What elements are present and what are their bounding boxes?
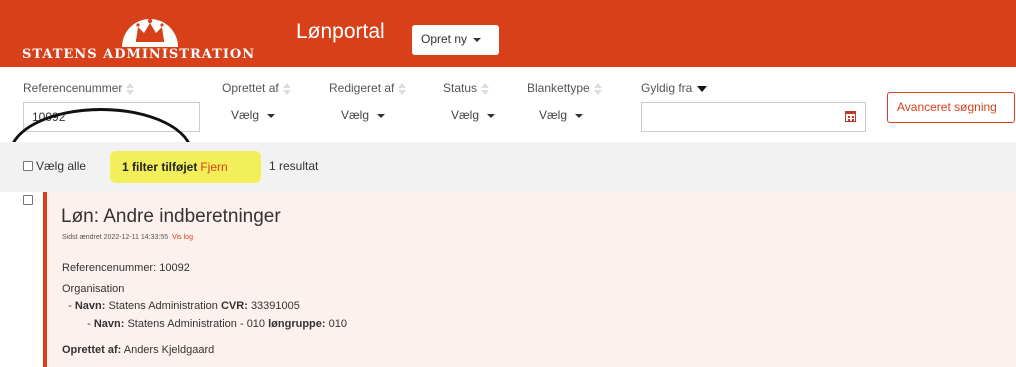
result-count: 1 resultat	[269, 159, 319, 173]
valid-from-date-input[interactable]	[641, 102, 866, 132]
form-type-label: Blankettype	[527, 81, 590, 95]
chevron-down-icon	[377, 113, 386, 118]
column-edited-by[interactable]: Redigeret af	[329, 81, 407, 96]
org-line-2: - Navn: Statens Administration - 010 løn…	[81, 318, 347, 330]
view-log-link[interactable]: Vis log	[172, 234, 193, 241]
result-card[interactable]: Løn: Andre indberetninger Sidst ændret 2…	[43, 192, 1016, 367]
select-all-checkbox[interactable]	[23, 160, 33, 171]
create-new-label: Opret ny	[421, 32, 468, 46]
column-reference[interactable]: Referencenummer	[23, 81, 135, 96]
column-status[interactable]: Status	[443, 81, 490, 96]
sort-icon	[126, 82, 135, 96]
chevron-down-icon	[473, 37, 482, 42]
statens-administration-logo[interactable]: Statens Administration	[22, 12, 254, 62]
form-type-select-value: Vælg	[539, 108, 568, 122]
sort-icon	[481, 82, 490, 96]
select-all[interactable]: Vælg alle	[23, 159, 86, 173]
org2-name: Statens Administration - 010	[127, 318, 266, 330]
card-checkbox[interactable]	[23, 195, 33, 205]
filter-chip: 1 filter tilføjet Fjern	[110, 151, 261, 183]
created-by-value: Anders Kjeldgaard	[123, 344, 215, 356]
chevron-down-icon	[487, 113, 496, 118]
card-created-by: Oprettet af: Anders Kjeldgaard	[62, 344, 214, 356]
ref-label: Referencenummer:	[62, 262, 157, 274]
card-modified: Sidst ændret 2022-12-11 14:33:55 Vis log	[62, 234, 193, 241]
filter-bar: Referencenummer 10092 Oprettet af Vælg R…	[0, 67, 1016, 200]
form-type-select[interactable]: Vælg	[539, 108, 584, 122]
sort-icon	[282, 82, 291, 96]
remove-filter-link[interactable]: Fjern	[200, 160, 227, 174]
created-by-label: Oprettet af	[222, 81, 279, 95]
results-bar: Vælg alle 1 filter tilføjet Fjern 1 resul…	[0, 142, 1016, 192]
org2-group: 010	[328, 318, 347, 330]
created-by-select[interactable]: Vælg	[231, 108, 276, 122]
column-valid-from[interactable]: Gyldig fra	[641, 81, 708, 95]
crown-logo-icon	[122, 18, 178, 47]
create-new-button[interactable]: Opret ny	[412, 25, 499, 55]
ref-value: 10092	[159, 262, 190, 274]
created-by-select-value: Vælg	[231, 108, 260, 122]
reference-label: Referencenummer	[23, 81, 123, 95]
sort-down-icon	[697, 85, 708, 92]
edited-by-select[interactable]: Vælg	[341, 108, 386, 122]
app-header: Statens Administration Lønportal Opret n…	[0, 0, 1016, 67]
select-all-label: Vælg alle	[36, 159, 87, 173]
filter-count-label: 1 filter tilføjet	[122, 160, 198, 174]
org-line-1: - Navn: Statens Administration CVR: 3339…	[62, 300, 300, 312]
status-select[interactable]: Vælg	[451, 108, 496, 122]
sort-icon	[593, 82, 602, 96]
chevron-down-icon	[575, 113, 584, 118]
column-created-by[interactable]: Oprettet af	[222, 81, 291, 96]
status-label: Status	[443, 81, 478, 95]
created-by-label: Oprettet af:	[62, 344, 122, 356]
valid-from-label: Gyldig fra	[641, 81, 693, 95]
org1-cvr-label: CVR:	[220, 300, 248, 312]
advanced-search-button[interactable]: Avanceret søgning	[887, 92, 1015, 123]
org1-cvr: 33391005	[250, 300, 300, 312]
card-title[interactable]: Løn: Andre indberetninger	[61, 206, 281, 228]
calendar-icon[interactable]	[845, 111, 856, 122]
org-label: Organisation	[62, 283, 125, 295]
sort-icon	[398, 82, 407, 96]
column-form-type[interactable]: Blankettype	[527, 81, 602, 96]
modified-timestamp: 2022-12-11 14:33:55	[103, 234, 169, 241]
org2-group-label: løngruppe:	[268, 318, 326, 330]
app-title[interactable]: Lønportal	[296, 20, 385, 44]
status-select-value: Vælg	[451, 108, 480, 122]
org2-name-label: Navn:	[93, 318, 125, 330]
org1-name-label: Navn:	[74, 300, 106, 312]
edited-by-label: Redigeret af	[329, 81, 395, 95]
edited-by-select-value: Vælg	[341, 108, 370, 122]
org1-name: Statens Administration	[108, 300, 218, 312]
chevron-down-icon	[267, 113, 276, 118]
card-reference: Referencenummer: 10092	[62, 262, 190, 274]
modified-prefix: Sidst ændret	[62, 234, 102, 241]
logo-text: Statens Administration	[22, 47, 256, 62]
